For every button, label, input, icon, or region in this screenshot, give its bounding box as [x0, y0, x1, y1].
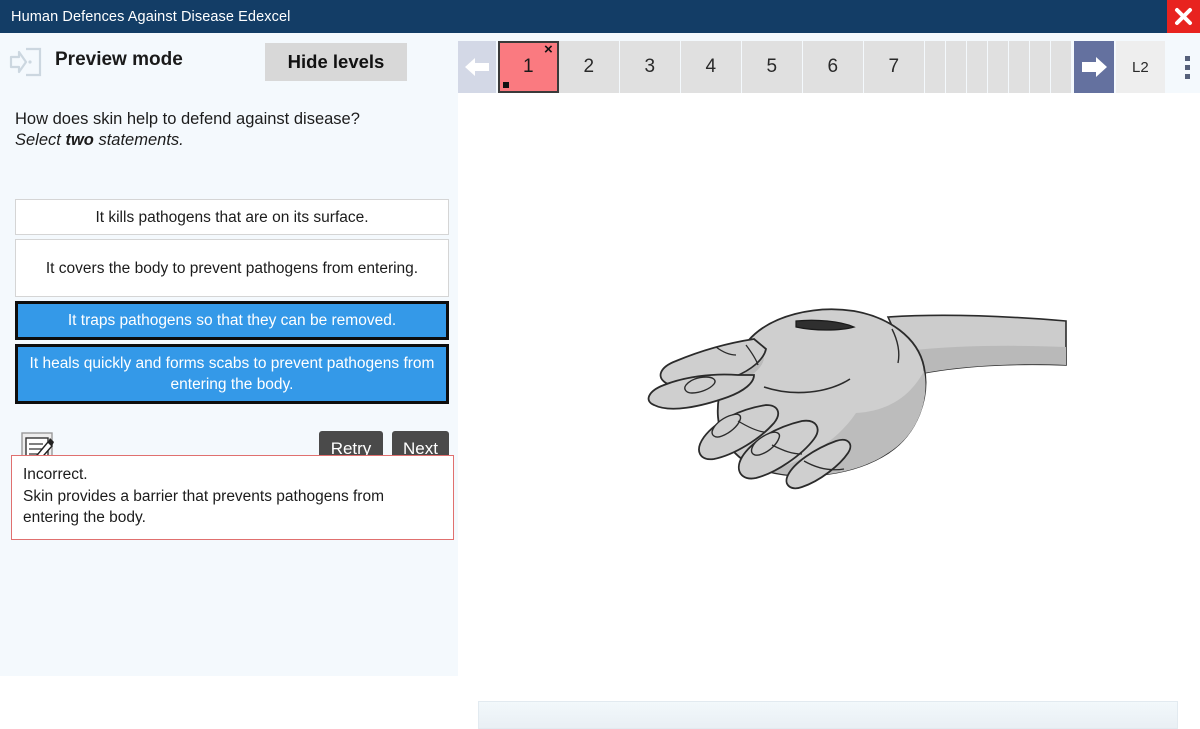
page-tab-6[interactable]: 6: [802, 41, 864, 93]
hand-with-cut-illustration: [647, 308, 1067, 490]
page-tab-4[interactable]: 4: [680, 41, 742, 93]
content-stage: [458, 93, 1200, 729]
page-tab-7[interactable]: 7: [863, 41, 925, 93]
page-tab-label: 6: [827, 56, 839, 77]
kebab-menu-icon[interactable]: [1175, 41, 1200, 93]
close-icon: [1175, 8, 1192, 25]
question-block: How does skin help to defend against dis…: [15, 109, 445, 151]
right-arrow-icon: [1081, 57, 1107, 77]
question-instruction: Select two statements.: [15, 130, 445, 151]
page-tab-label: 7: [888, 56, 900, 77]
left-arrow-icon: [464, 58, 489, 76]
page-tab-2[interactable]: 2: [558, 41, 620, 93]
question-prompt: How does skin help to defend against dis…: [15, 110, 360, 128]
page-tab-1[interactable]: 1 ×: [497, 41, 559, 93]
kebab-dot: [1184, 64, 1190, 70]
page-tab-5[interactable]: 5: [741, 41, 803, 93]
answer-option[interactable]: It heals quickly and forms scabs to prev…: [15, 344, 449, 404]
answer-option[interactable]: It kills pathogens that are on its surfa…: [15, 199, 449, 235]
page-tab-blank[interactable]: [924, 41, 946, 93]
page-tab-blank[interactable]: [1008, 41, 1030, 93]
feedback-box: Incorrect. Skin provides a barrier that …: [11, 455, 454, 540]
page-tab-label: 5: [766, 56, 778, 77]
preview-mode-label: Preview mode: [55, 49, 183, 70]
answer-options-list: It kills pathogens that are on its surfa…: [15, 199, 449, 408]
page-tab-blank[interactable]: [945, 41, 967, 93]
feedback-explanation: Skin provides a barrier that prevents pa…: [23, 487, 384, 527]
window-title-bar: Human Defences Against Disease Edexcel: [0, 0, 1200, 33]
page-tab-close-icon[interactable]: ×: [544, 42, 553, 57]
hide-levels-button[interactable]: Hide levels: [265, 43, 407, 81]
instruction-suffix: statements.: [93, 131, 184, 149]
stage-footer-bar: [478, 701, 1178, 729]
level-indicator[interactable]: L2: [1115, 41, 1165, 93]
window-title: Human Defences Against Disease Edexcel: [11, 8, 291, 25]
close-button[interactable]: [1167, 0, 1200, 33]
instruction-emphasis: two: [65, 131, 94, 149]
question-sidebar: Preview mode Hide levels How does skin h…: [0, 33, 458, 676]
page-tab-blank[interactable]: [1029, 41, 1051, 93]
exit-door-icon[interactable]: [8, 44, 45, 80]
back-button[interactable]: [458, 41, 496, 93]
page-tab-status-dot: [502, 82, 509, 88]
feedback-status: Incorrect.: [23, 466, 88, 483]
page-tab-label: 1: [523, 56, 534, 77]
page-tab-blank[interactable]: [966, 41, 988, 93]
instruction-prefix: Select: [15, 131, 66, 149]
page-tab-3[interactable]: 3: [619, 41, 681, 93]
answer-option[interactable]: It covers the body to prevent pathogens …: [15, 239, 449, 297]
forward-button[interactable]: [1073, 41, 1114, 93]
content-panel: 1 × 2 3 4 5 6 7 L2: [458, 33, 1200, 729]
kebab-dot: [1184, 73, 1190, 79]
page-tab-label: 2: [583, 56, 595, 77]
answer-option[interactable]: It traps pathogens so that they can be r…: [15, 301, 449, 340]
kebab-dot: [1184, 55, 1190, 61]
page-navigation-strip: 1 × 2 3 4 5 6 7 L2: [458, 41, 1200, 93]
page-tabs: 1 × 2 3 4 5 6 7: [497, 41, 1072, 93]
page-tab-blank[interactable]: [1050, 41, 1072, 93]
sidebar-header: Preview mode Hide levels: [0, 33, 458, 90]
page-tab-blank[interactable]: [987, 41, 1009, 93]
page-tab-label: 3: [644, 56, 656, 77]
page-tab-label: 4: [705, 56, 717, 77]
